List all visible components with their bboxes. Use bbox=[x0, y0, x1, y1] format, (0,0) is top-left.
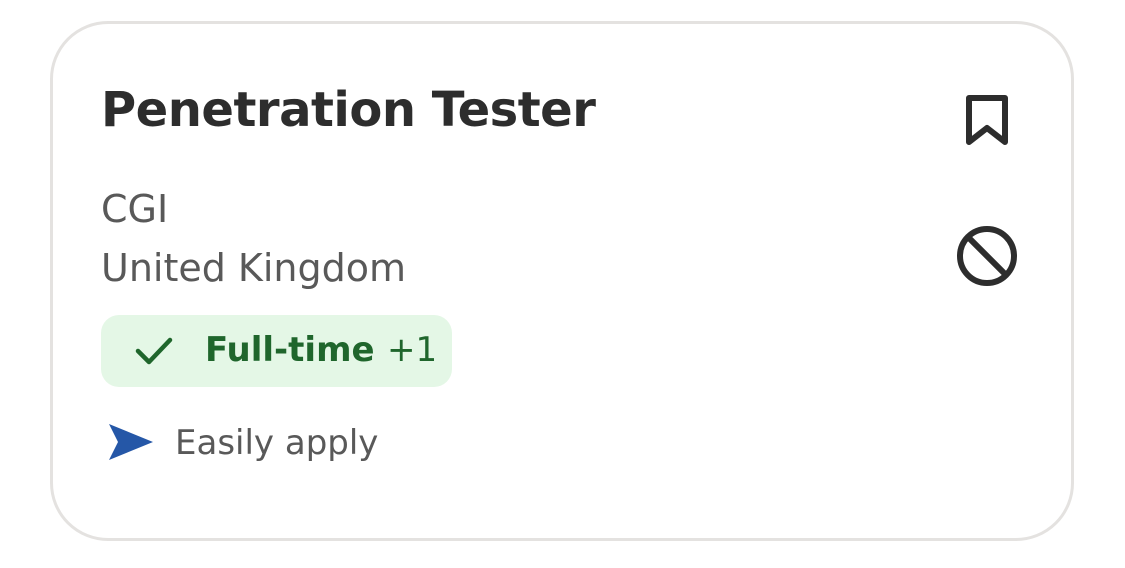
job-type-extra-count: +1 bbox=[387, 330, 438, 370]
check-icon bbox=[135, 333, 173, 369]
job-location: United Kingdom bbox=[101, 246, 407, 290]
save-job-button[interactable] bbox=[957, 90, 1017, 150]
not-interested-button[interactable] bbox=[953, 222, 1021, 290]
send-arrow-icon bbox=[107, 422, 155, 462]
company-name: CGI bbox=[101, 187, 169, 231]
job-title[interactable]: Penetration Tester bbox=[101, 80, 596, 140]
job-type-label: Full-time bbox=[205, 330, 375, 370]
job-type-tag: Full-time +1 bbox=[101, 315, 452, 387]
easily-apply-label: Easily apply bbox=[175, 423, 379, 463]
job-card[interactable]: Penetration Tester CGI United Kingdom Fu… bbox=[50, 21, 1074, 541]
block-icon bbox=[957, 226, 1017, 286]
bookmark-icon bbox=[966, 95, 1008, 145]
